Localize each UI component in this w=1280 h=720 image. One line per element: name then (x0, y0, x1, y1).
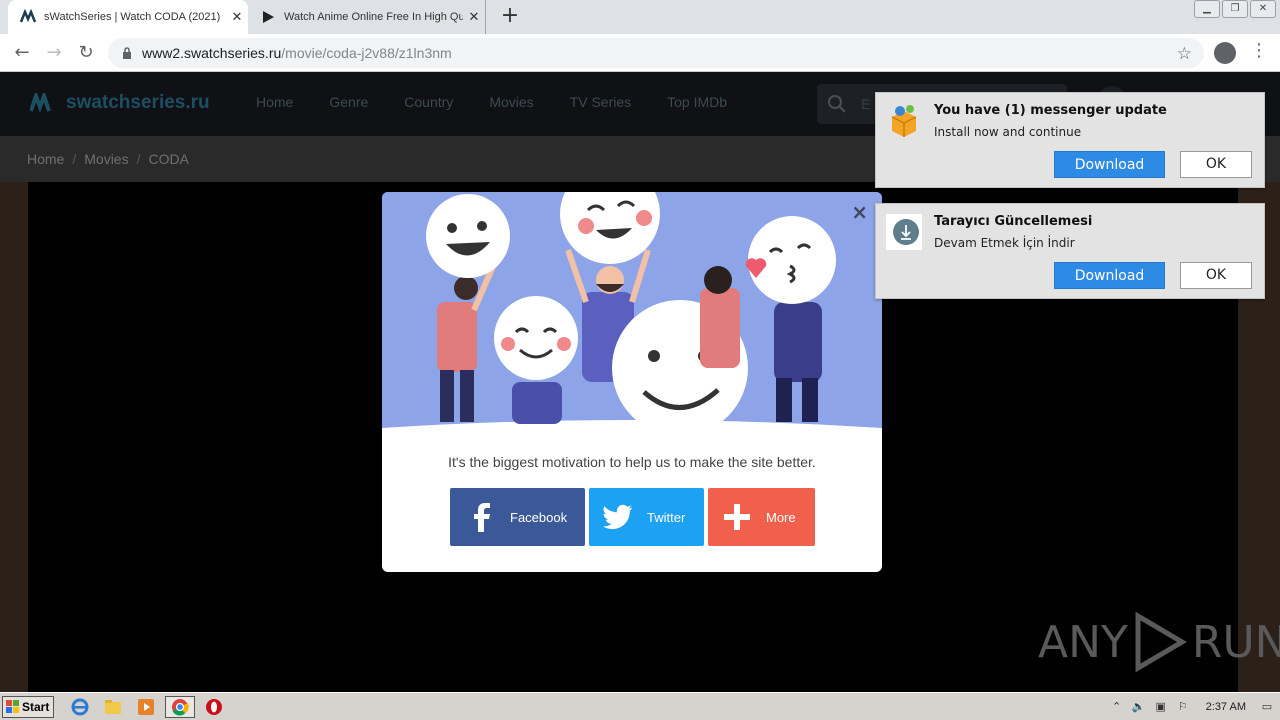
anyrun-watermark: ANY RUN (1038, 612, 1280, 672)
menu-movies[interactable]: Movies (489, 94, 533, 110)
notification-browser-update: Tarayıcı Güncellemesi Devam Etmek İçin İ… (875, 203, 1265, 299)
clock[interactable]: 2:37 AM (1206, 701, 1246, 713)
site-menu: Home Genre Country Movies TV Series Top … (256, 94, 727, 110)
restore-icon[interactable]: ❐ (1222, 0, 1248, 18)
ok-button[interactable]: OK (1180, 151, 1252, 178)
twitter-share-button[interactable]: Twitter (589, 488, 704, 546)
tab-close-icon[interactable]: ✕ (226, 9, 248, 25)
breadcrumb-separator: / (136, 151, 141, 167)
plus-icon (722, 502, 752, 532)
breadcrumb-home[interactable]: Home (27, 151, 64, 167)
facebook-icon (466, 502, 496, 532)
download-button[interactable]: Download (1054, 151, 1165, 178)
notification-body: Install now and continue (934, 125, 1082, 139)
ie-icon[interactable] (70, 697, 90, 717)
swatchseries-favicon-icon (20, 9, 36, 25)
modal-message: It's the biggest motivation to help us t… (448, 454, 816, 470)
share-modal: × It's the biggest motivation to help us… (382, 192, 882, 572)
menu-top-imdb[interactable]: Top IMDb (667, 94, 727, 110)
facebook-share-button[interactable]: Facebook (450, 488, 585, 546)
explorer-icon[interactable] (103, 697, 123, 717)
site-logo[interactable]: swatchseries.ru (30, 92, 210, 114)
tray-expand-icon[interactable]: ⌃ (1110, 700, 1124, 714)
menu-kebab-icon[interactable]: ⋮ (1250, 40, 1268, 61)
notification-title: You have (1) messenger update (934, 103, 1167, 118)
opera-icon[interactable] (204, 697, 224, 717)
notification-messenger-update: You have (1) messenger update Install no… (875, 92, 1265, 188)
minimize-icon[interactable]: ▁ (1194, 0, 1220, 18)
backdrop-left (0, 182, 28, 692)
volume-icon[interactable]: 🔈 (1132, 700, 1146, 714)
package-icon (891, 105, 917, 137)
tab-strip: sWatchSeries | Watch CODA (2021) ✕ Watch… (0, 0, 1280, 34)
url-host: www2.swatchseries.ru (142, 45, 282, 61)
tab-title: Watch Anime Online Free In High Qu (284, 11, 463, 23)
notification-title: Tarayıcı Güncellemesi (934, 214, 1093, 229)
watermark-right: RUN (1191, 616, 1280, 668)
menu-country[interactable]: Country (404, 94, 453, 110)
media-player-icon[interactable] (136, 697, 156, 717)
profile-avatar-icon[interactable] (1214, 42, 1236, 64)
url-path: /movie/coda-j2v88/z1ln3nm (281, 45, 452, 61)
breadcrumb-movies[interactable]: Movies (84, 151, 128, 167)
forward-arrow-icon[interactable]: → (40, 40, 68, 66)
window-controls: ▁ ❐ ✕ (1194, 0, 1276, 18)
search-placeholder: E (861, 96, 871, 112)
notification-body: Devam Etmek İçin İndir (934, 236, 1075, 250)
tab-swatchseries[interactable]: sWatchSeries | Watch CODA (2021) ✕ (8, 0, 248, 34)
address-bar[interactable]: www2.swatchseries.ru/movie/coda-j2v88/z1… (108, 38, 1204, 68)
taskbar: Start ⌃ 🔈 ▣ ⚐ 2:37 AM ▭ (0, 692, 1280, 720)
lock-icon (123, 47, 131, 59)
menu-home[interactable]: Home (256, 94, 293, 110)
search-icon (828, 95, 846, 113)
site-name: swatchseries.ru (66, 92, 210, 113)
tab-close-icon[interactable]: ✕ (463, 9, 485, 25)
back-arrow-icon[interactable]: ← (8, 40, 36, 66)
twitter-bird-icon (603, 502, 633, 532)
start-button[interactable]: Start (2, 696, 54, 718)
breadcrumb-current: CODA (148, 151, 189, 167)
play-triangle-icon (1135, 612, 1187, 672)
modal-close-icon[interactable]: × (851, 200, 868, 224)
tab-title: sWatchSeries | Watch CODA (2021) (44, 11, 221, 23)
new-tab-button[interactable]: + (498, 4, 522, 28)
reload-icon[interactable]: ↻ (72, 40, 100, 66)
close-icon[interactable]: ✕ (1250, 0, 1276, 18)
action-center-flag-icon[interactable]: ⚐ (1176, 700, 1190, 714)
more-share-button[interactable]: More (708, 488, 815, 546)
breadcrumb-separator: / (72, 151, 77, 167)
tab-anime[interactable]: Watch Anime Online Free In High Qu ✕ (250, 0, 486, 34)
system-tray: ⌃ 🔈 ▣ ⚐ 2:37 AM ▭ (1110, 695, 1280, 719)
logo-mark-icon (30, 93, 51, 113)
bookmark-star-icon[interactable]: ☆ (1177, 44, 1192, 64)
menu-genre[interactable]: Genre (329, 94, 368, 110)
download-button[interactable]: Download (1054, 262, 1165, 289)
windows-flag-icon (6, 700, 19, 713)
happy-people-illustration (382, 192, 882, 437)
show-desktop-icon[interactable]: ▭ (1260, 700, 1274, 714)
twitter-label: Twitter (647, 509, 686, 525)
menu-tv-series[interactable]: TV Series (570, 94, 631, 110)
more-label: More (766, 509, 796, 525)
facebook-label: Facebook (510, 509, 568, 525)
watermark-left: ANY (1038, 616, 1128, 668)
download-circle-icon (886, 214, 922, 250)
chrome-icon[interactable] (165, 696, 195, 718)
play-favicon-icon (260, 9, 276, 25)
start-label: Start (22, 700, 50, 714)
network-icon[interactable]: ▣ (1154, 700, 1168, 714)
ok-button[interactable]: OK (1180, 262, 1252, 289)
browser-toolbar: ← → ↻ www2.swatchseries.ru/movie/coda-j2… (0, 34, 1280, 72)
